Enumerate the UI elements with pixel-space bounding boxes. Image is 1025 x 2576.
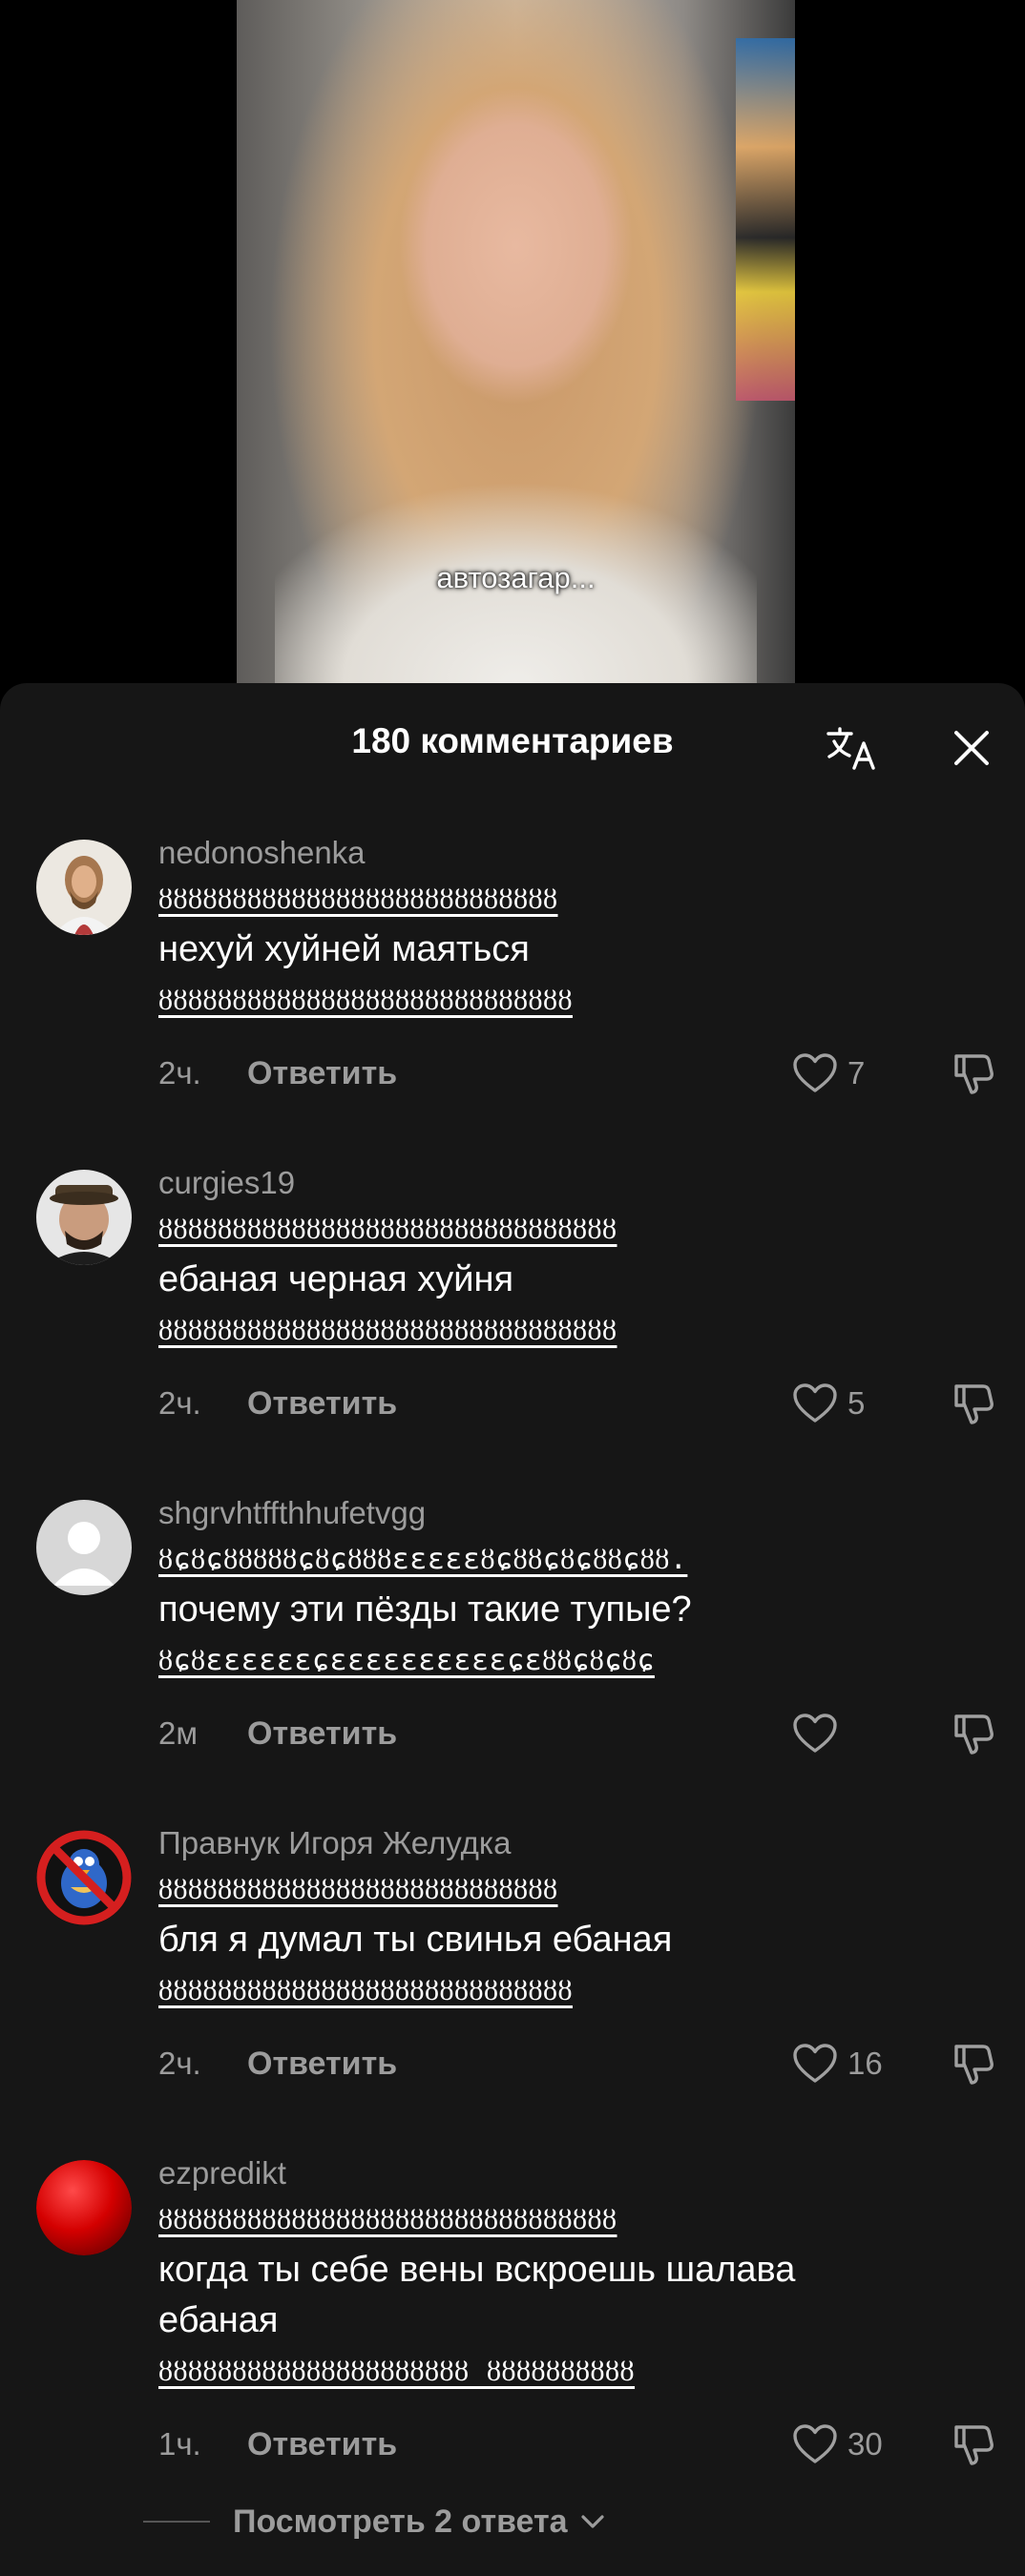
like-button[interactable]: 7 bbox=[792, 1049, 865, 1097]
comment-text-line: ȣȣȣȣȣȣȣȣȣȣȣȣȣȣȣȣȣȣȣȣȣȣȣȣȣȣȣ bbox=[158, 883, 558, 916]
comment-text-line: ȣȣȣȣȣȣȣȣȣȣȣȣȣȣȣȣȣȣȣȣȣȣȣȣȣȣȣȣȣȣȣ bbox=[158, 2203, 617, 2236]
heart-icon bbox=[793, 1053, 837, 1092]
comment-actions: 2ч. Ответить 5 bbox=[158, 1380, 1008, 1427]
comment-text-line: ȣȣȣȣȣȣȣȣȣȣȣȣȣȣȣȣȣȣȣȣȣȣȣȣȣȣȣȣ bbox=[158, 984, 573, 1017]
avatar[interactable] bbox=[36, 840, 132, 935]
comment-body: ezpredikt ȣȣȣȣȣȣȣȣȣȣȣȣȣȣȣȣȣȣȣȣȣȣȣȣȣȣȣȣȣȣ… bbox=[158, 2152, 912, 2397]
heart-icon bbox=[793, 2424, 837, 2463]
comment-actions: 2м Ответить bbox=[158, 1710, 1008, 1757]
reply-button[interactable]: Ответить bbox=[247, 1055, 397, 1092]
comment-username[interactable]: curgies19 bbox=[158, 1162, 912, 1204]
avatar[interactable] bbox=[36, 1830, 132, 1925]
dislike-button[interactable] bbox=[947, 1380, 1000, 1427]
avatar-image bbox=[36, 1830, 132, 1925]
comment-username[interactable]: nedonoshenka bbox=[158, 832, 912, 874]
comment-time: 1ч. bbox=[158, 2426, 201, 2462]
like-button[interactable] bbox=[792, 1710, 847, 1757]
comment-body: nedonoshenka ȣȣȣȣȣȣȣȣȣȣȣȣȣȣȣȣȣȣȣȣȣȣȣȣȣȣȣ… bbox=[158, 832, 912, 1026]
like-count: 5 bbox=[847, 1385, 866, 1421]
comment-text-line: нехуй хуйней маяться bbox=[158, 929, 530, 969]
avatar[interactable] bbox=[36, 1500, 132, 1595]
comment-username[interactable]: Правнук Игоря Желудка bbox=[158, 1822, 912, 1864]
view-replies-label: Посмотреть 2 ответа bbox=[233, 2503, 568, 2540]
comment-time: 2м bbox=[158, 1715, 199, 1751]
default-avatar-icon bbox=[36, 1500, 132, 1595]
like-count: 30 bbox=[847, 2426, 883, 2462]
dislike-button[interactable] bbox=[947, 2040, 1000, 2088]
like-button[interactable]: 16 bbox=[792, 2040, 883, 2088]
close-icon bbox=[954, 731, 989, 765]
like-button[interactable]: 30 bbox=[792, 2420, 883, 2468]
reply-button[interactable]: Ответить bbox=[247, 2426, 397, 2463]
comment-text-line: ȣȣȣȣȣȣȣȣȣȣȣȣȣȣȣȣȣȣȣȣȣ ȣȣȣȣȣȣȣȣȣȣ bbox=[158, 2355, 636, 2388]
heart-icon bbox=[793, 1383, 837, 1423]
dislike-icon bbox=[954, 2045, 994, 2085]
comment-text-line: ебаная bbox=[158, 2300, 279, 2340]
comment-username[interactable]: shgrvhtffthhufetvgg bbox=[158, 1492, 912, 1534]
comment-text-line: ȣɕȣɕȣȣȣȣȣɕȣɕȣȣȣɛɛɛɛɛȣɕȣȣɕȣɕȣȣɕȣȣ. bbox=[158, 1543, 688, 1576]
reply-button[interactable]: Ответить bbox=[247, 2046, 397, 2083]
like-button[interactable]: 5 bbox=[792, 1380, 865, 1427]
comment-text-line: ȣȣȣȣȣȣȣȣȣȣȣȣȣȣȣȣȣȣȣȣȣȣȣȣȣȣȣȣ bbox=[158, 1974, 573, 2007]
comment-text-line: почему эти пёзды такие тупые? bbox=[158, 1589, 692, 1630]
comment-actions: 2ч. Ответить 16 bbox=[158, 2040, 1008, 2088]
view-replies-button[interactable]: Посмотреть 2 ответа bbox=[143, 2498, 606, 2545]
comment-username[interactable]: ezpredikt bbox=[158, 2152, 912, 2194]
dislike-icon bbox=[954, 1384, 994, 1424]
dislike-button[interactable] bbox=[947, 1049, 1000, 1097]
dislike-icon bbox=[954, 2425, 994, 2465]
translate-icon bbox=[826, 727, 875, 770]
comment-body: shgrvhtffthhufetvgg ȣɕȣɕȣȣȣȣȣɕȣɕȣȣȣɛɛɛɛɛ… bbox=[158, 1492, 912, 1686]
dislike-icon bbox=[954, 1054, 994, 1094]
comment-text-line: бля я думал ты свинья ебаная bbox=[158, 1920, 673, 1960]
heart-icon bbox=[793, 2044, 837, 2083]
avatar[interactable] bbox=[36, 1170, 132, 1265]
divider bbox=[143, 2521, 210, 2523]
chevron-down-icon bbox=[580, 2515, 604, 2528]
comment-text-line: ȣȣȣȣȣȣȣȣȣȣȣȣȣȣȣȣȣȣȣȣȣȣȣȣȣȣȣ bbox=[158, 1873, 558, 1906]
comment-body: Правнук Игоря Желудка ȣȣȣȣȣȣȣȣȣȣȣȣȣȣȣȣȣȣ… bbox=[158, 1822, 912, 2016]
heart-icon bbox=[793, 1714, 837, 1753]
avatar-image bbox=[36, 2160, 132, 2255]
comment-actions: 1ч. Ответить 30 bbox=[158, 2420, 1008, 2468]
comment-body: curgies19 ȣȣȣȣȣȣȣȣȣȣȣȣȣȣȣȣȣȣȣȣȣȣȣȣȣȣȣȣȣȣ… bbox=[158, 1162, 912, 1356]
comment-time: 2ч. bbox=[158, 2046, 201, 2081]
reply-button[interactable]: Ответить bbox=[247, 1715, 397, 1753]
dislike-button[interactable] bbox=[947, 1710, 1000, 1757]
comment-actions: 2ч. Ответить 7 bbox=[158, 1049, 1008, 1097]
comment-text-line: ебаная черная хуйня bbox=[158, 1259, 514, 1299]
avatar-image bbox=[36, 840, 132, 935]
reply-button[interactable]: Ответить bbox=[247, 1385, 397, 1423]
avatar-image bbox=[36, 1170, 132, 1265]
comments-header: 180 комментариев bbox=[0, 683, 1025, 800]
like-count: 16 bbox=[847, 2046, 883, 2081]
comment-text-line: когда ты себе вены вскроешь шалава bbox=[158, 2250, 796, 2290]
comment-text-line: ȣɕȣɛɛɛɛɛɛɕɛɛɛɛɛɛɛɛɛɛɕɛȣȣɕȣɕȣɕ bbox=[158, 1644, 655, 1677]
avatar[interactable] bbox=[36, 2160, 132, 2255]
dislike-button[interactable] bbox=[947, 2420, 1000, 2468]
comment-time: 2ч. bbox=[158, 1055, 201, 1091]
comment-text-line: ȣȣȣȣȣȣȣȣȣȣȣȣȣȣȣȣȣȣȣȣȣȣȣȣȣȣȣȣȣȣȣ bbox=[158, 1213, 617, 1246]
like-count: 7 bbox=[847, 1055, 866, 1091]
translate-button[interactable] bbox=[825, 721, 878, 775]
app-root: автозагар... 180 комментариев nedonoshen… bbox=[0, 0, 1025, 2576]
close-button[interactable] bbox=[945, 721, 998, 775]
comment-text-line: ȣȣȣȣȣȣȣȣȣȣȣȣȣȣȣȣȣȣȣȣȣȣȣȣȣȣȣȣȣȣȣ bbox=[158, 1314, 617, 1347]
video-caption: автозагар... bbox=[436, 561, 596, 594]
comment-time: 2ч. bbox=[158, 1385, 201, 1421]
dislike-icon bbox=[954, 1714, 994, 1755]
video-background-shelf bbox=[736, 38, 795, 401]
video-player[interactable]: автозагар... bbox=[237, 0, 795, 683]
